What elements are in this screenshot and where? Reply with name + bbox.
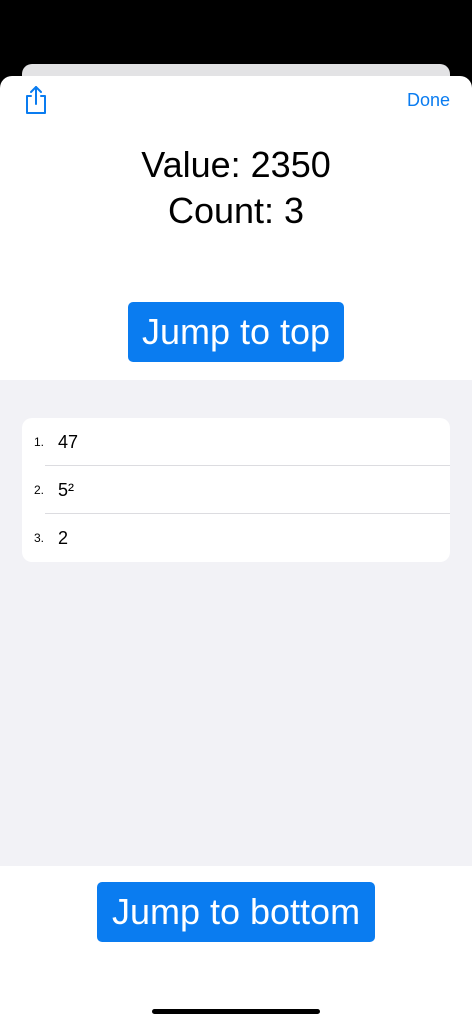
home-indicator[interactable] xyxy=(152,1009,320,1014)
list-item-number: 1. xyxy=(34,435,45,449)
list-item-number: 2. xyxy=(34,483,45,497)
share-icon xyxy=(26,86,46,114)
list-item[interactable]: 2. 5² xyxy=(22,466,450,514)
list-item-text: 2 xyxy=(58,527,69,548)
stats-block: Value: 2350 Count: 3 xyxy=(0,142,472,234)
list-item[interactable]: 1. 47 xyxy=(22,418,450,466)
count-text: Count: 3 xyxy=(167,190,305,231)
jump-to-bottom-button[interactable]: Jump to bottom xyxy=(97,882,375,942)
list-item-number: 3. xyxy=(34,531,45,545)
value-text: Value: 2350 xyxy=(141,144,331,185)
list-item-text: 5² xyxy=(58,479,75,500)
list-item[interactable]: 3. 2 xyxy=(22,514,450,562)
list-card: 1. 47 2. 5² 3. 2 xyxy=(22,418,450,562)
sheet: Done Value: 2350 Count: 3 Jump to top 1.… xyxy=(0,76,472,1024)
done-button[interactable]: Done xyxy=(407,90,450,111)
screen: Done Value: 2350 Count: 3 Jump to top 1.… xyxy=(0,0,472,1024)
list-item-text: 47 xyxy=(58,431,79,452)
share-button[interactable] xyxy=(22,84,50,116)
list-area[interactable]: 1. 47 2. 5² 3. 2 xyxy=(0,380,472,866)
jump-to-top-button[interactable]: Jump to top xyxy=(128,302,344,362)
